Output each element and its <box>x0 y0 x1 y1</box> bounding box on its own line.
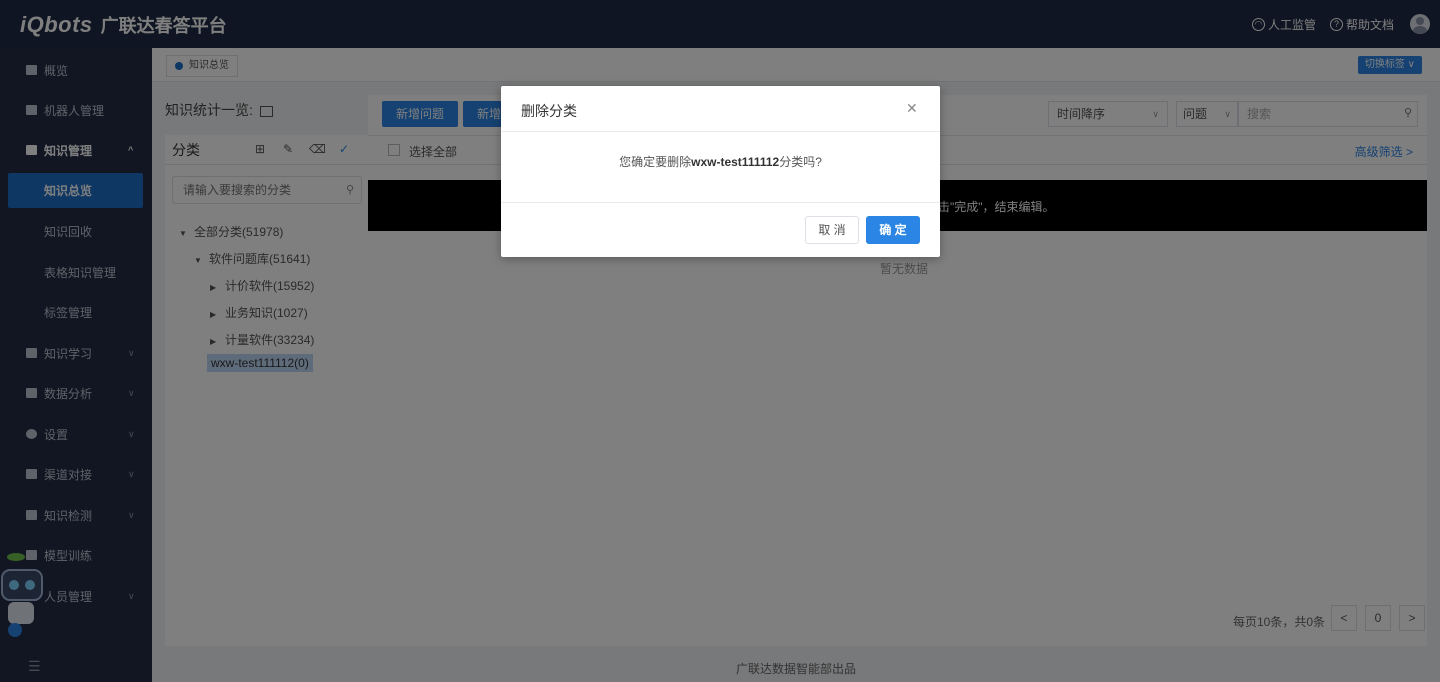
message-target: wxw-test111112 <box>691 155 780 169</box>
close-icon[interactable]: ✕ <box>906 100 918 117</box>
delete-category-dialog: 删除分类 ✕ 您确定要删除wxw-test111112分类吗? 取 消 确 定 <box>501 86 940 257</box>
dialog-title: 删除分类 <box>521 103 577 119</box>
message-suffix: 分类吗? <box>779 155 822 169</box>
divider <box>501 202 940 203</box>
dialog-message: 您确定要删除wxw-test111112分类吗? <box>501 153 940 170</box>
confirm-button[interactable]: 确 定 <box>866 216 920 244</box>
message-prefix: 您确定要删除 <box>619 155 692 169</box>
cancel-button[interactable]: 取 消 <box>805 216 859 244</box>
divider <box>501 131 940 132</box>
